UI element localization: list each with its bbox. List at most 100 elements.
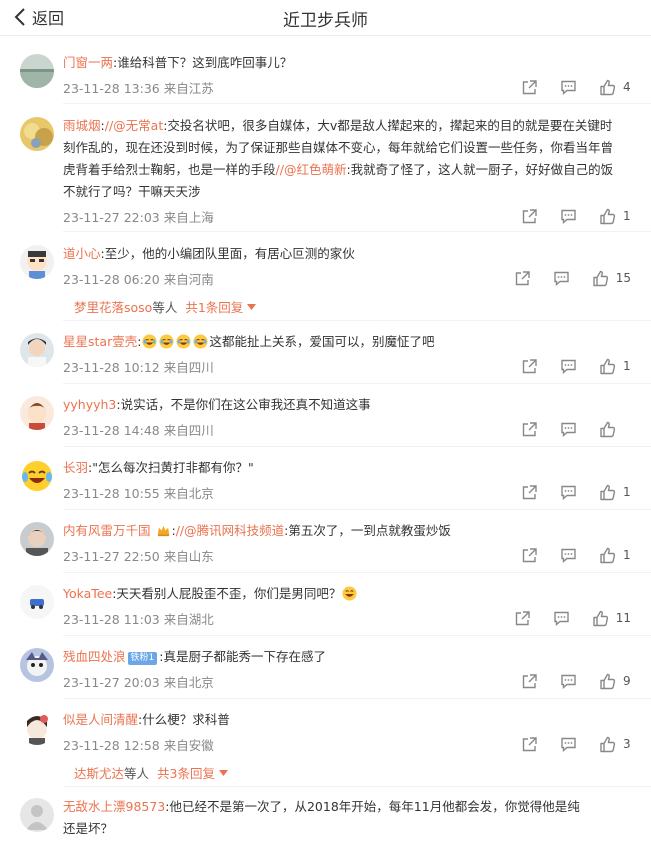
share-icon [522,547,537,562]
user-name[interactable]: 无敌水上漂98573 [63,799,165,814]
share-button[interactable] [521,358,538,375]
avatar[interactable] [20,54,54,88]
like-icon [593,610,608,626]
comment-icon [561,80,576,95]
avatar[interactable] [20,396,54,430]
comment-button[interactable] [553,610,570,627]
divider [63,320,651,321]
crown-badge-icon [157,525,169,537]
like-count: 15 [615,271,631,285]
comment-button[interactable] [560,484,577,501]
avatar[interactable] [20,585,54,619]
crying-laugh-emoji [176,334,191,349]
caret-down-icon [247,303,257,310]
comment-text: :真是厨子都能秀一下存在感了 [159,649,326,664]
comment-icon [554,271,569,286]
user-name[interactable]: 内有风雷万千国 [63,523,151,538]
user-name[interactable]: 道小心 [63,246,101,261]
share-button[interactable] [521,208,538,225]
comment-text: :"怎么每次扫黄打非都有你？" [88,460,254,475]
avatar[interactable] [20,333,54,367]
like-button[interactable] [599,421,631,438]
mention-link[interactable]: //@红色萌新 [276,162,347,177]
share-button[interactable] [521,547,538,564]
like-button[interactable]: 1 [599,208,631,225]
like-button[interactable]: 1 [599,358,631,375]
like-count: 3 [623,737,631,751]
comment-text: :至少，他的小编团队里面，有居心叵测的家伙 [100,246,355,261]
user-name[interactable]: 星星star壹壳 [63,334,137,349]
share-button[interactable] [521,484,538,501]
avatar[interactable] [20,459,54,493]
like-button[interactable]: 1 [599,547,631,564]
share-button[interactable] [521,79,538,96]
reply-user-name[interactable]: 梦里花落soso [74,297,152,316]
divider [63,446,651,447]
comment-button[interactable] [560,79,577,96]
like-button[interactable]: 11 [592,610,631,627]
user-name[interactable]: 长羽 [63,460,88,475]
reply-summary: 达斯尤达 等人 共3条回复 [74,763,228,782]
expand-replies-link[interactable]: 共1条回复 [185,297,257,316]
share-icon [522,208,537,223]
comment-icon [561,548,576,563]
avatar[interactable] [20,648,54,682]
like-button[interactable]: 9 [599,673,631,690]
share-button[interactable] [514,270,531,287]
comment-button[interactable] [560,358,577,375]
like-button[interactable]: 15 [592,270,631,287]
mention-link[interactable]: //@腾讯网科技频道 [176,523,284,538]
divider [63,231,651,232]
user-name[interactable]: 门窗一两 [63,55,113,70]
comment-meta: 23-11-28 13:36 来自江苏 [63,81,214,96]
page-title: 近卫步兵师 [283,11,368,31]
divider [63,698,651,699]
comment-text: :什么梗？求科普 [138,712,230,727]
expand-replies-link[interactable]: 共3条回复 [157,763,228,782]
like-count: 1 [623,485,631,499]
comment-button[interactable] [560,736,577,753]
comment-button[interactable] [553,270,570,287]
like-count: 1 [623,359,631,373]
like-icon [600,484,616,500]
reply-user-name[interactable]: 达斯尤达 [74,763,124,782]
like-button[interactable]: 1 [599,484,631,501]
reply-summary: 梦里花落soso 等人 共1条回复 [74,297,257,316]
avatar[interactable] [20,117,54,151]
avatar[interactable] [20,522,54,556]
like-count: 11 [615,611,631,625]
share-icon [522,421,537,436]
top-bar: 返回 近卫步兵师 [0,0,651,36]
avatar[interactable] [20,245,54,279]
share-icon [522,484,537,499]
comment-button[interactable] [560,673,577,690]
user-name[interactable]: 似是人间清醒 [63,712,138,727]
comment-icon [554,611,569,626]
share-button[interactable] [514,610,531,627]
like-icon [600,547,616,563]
share-button[interactable] [521,673,538,690]
comment-text: 这都能扯上关系，爱国可以，别魔怔了吧 [209,334,435,349]
crying-laugh-emoji [159,334,174,349]
like-count: 1 [623,548,631,562]
user-name[interactable]: 残血四处浪 [63,649,126,664]
user-name[interactable]: 雨城烟 [63,118,101,133]
like-button[interactable]: 4 [599,79,631,96]
user-name[interactable]: yyhyyh3 [63,397,116,412]
user-name[interactable]: YokaTee [63,586,112,601]
comment-button[interactable] [560,208,577,225]
avatar[interactable] [20,798,54,832]
comment-text: :第五次了，一到点就教蛋炒饭 [284,523,451,538]
comment-meta: 23-11-28 06:20 来自河南 [63,272,214,287]
comment-button[interactable] [560,547,577,564]
comment-meta: 23-11-28 14:48 来自四川 [63,423,214,438]
share-button[interactable] [521,736,538,753]
comment-button[interactable] [560,421,577,438]
share-icon [522,79,537,94]
share-button[interactable] [521,421,538,438]
avatar[interactable] [20,711,54,745]
like-button[interactable]: 3 [599,736,631,753]
comment-icon [561,209,576,224]
divider [63,103,651,104]
mention-link[interactable]: //@无常at [105,118,163,133]
